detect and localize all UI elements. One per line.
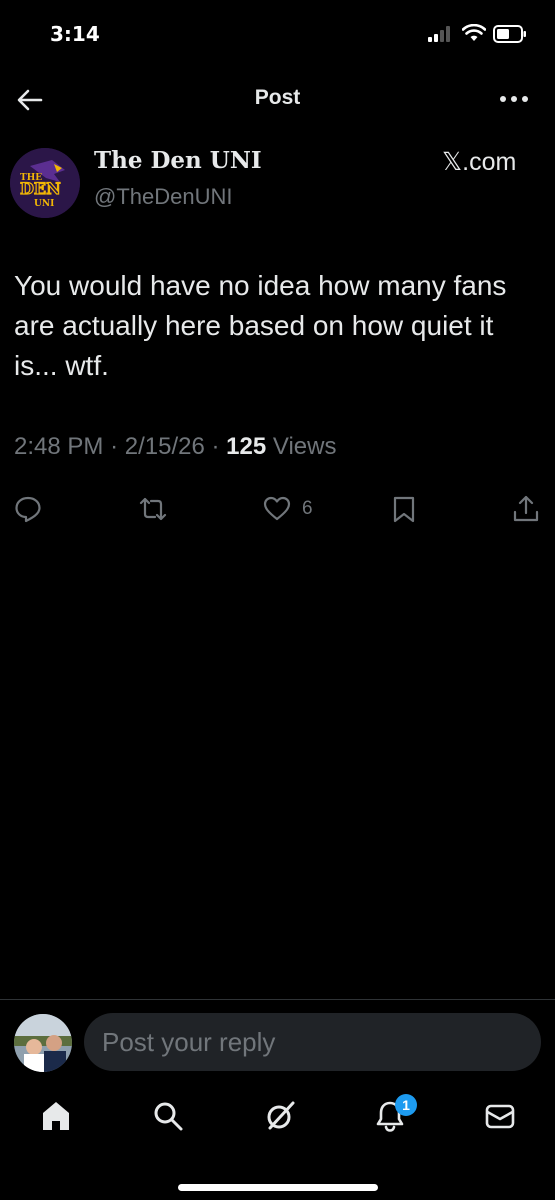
user-photo — [14, 1014, 72, 1072]
share-icon[interactable] — [511, 494, 541, 524]
the-den-logo: THE DEN UNI — [10, 148, 80, 218]
home-indicator[interactable] — [178, 1184, 378, 1191]
post-time: 2:48 PM — [14, 433, 104, 460]
more-options-icon[interactable] — [497, 88, 531, 110]
post-date: 2/15/26 — [124, 433, 205, 460]
divider — [0, 999, 555, 1000]
logo-text-mid: DEN — [20, 179, 61, 198]
status-time: 3:14 — [50, 22, 100, 46]
author-handle[interactable]: @TheDenUNI — [94, 184, 233, 210]
status-bar: 3:14 — [0, 0, 555, 70]
author-avatar[interactable]: THE DEN UNI — [10, 148, 80, 218]
cellular-signal-icon — [428, 26, 450, 42]
notification-badge: 1 — [395, 1094, 417, 1116]
bookmark-icon[interactable] — [389, 494, 419, 524]
views-count: 125 — [226, 433, 267, 460]
reply-icon[interactable] — [13, 494, 43, 524]
page-title: Post — [254, 86, 301, 109]
wifi-icon — [462, 24, 486, 41]
like-count: 6 — [302, 498, 313, 519]
battery-icon — [493, 25, 526, 43]
meta-separator: · — [211, 433, 220, 460]
logo-text-bottom: UNI — [34, 199, 54, 209]
post-meta: 2:48 PM · 2/15/26 · 125 Views — [14, 433, 336, 461]
source-label: 𝕏.com — [442, 148, 517, 176]
messages-icon[interactable] — [482, 1098, 518, 1134]
home-icon[interactable] — [38, 1098, 74, 1134]
user-avatar[interactable] — [14, 1014, 72, 1072]
post-text: You would have no idea how many fans are… — [14, 270, 507, 381]
reply-input[interactable] — [84, 1013, 541, 1071]
author-display-name[interactable]: The Den UNI — [94, 147, 262, 174]
retweet-icon[interactable] — [138, 494, 168, 524]
grok-icon[interactable] — [262, 1098, 298, 1134]
meta-separator: · — [110, 433, 119, 460]
like-icon[interactable] — [262, 494, 292, 524]
search-icon[interactable] — [150, 1098, 186, 1134]
views-label[interactable]: Views — [273, 433, 337, 460]
